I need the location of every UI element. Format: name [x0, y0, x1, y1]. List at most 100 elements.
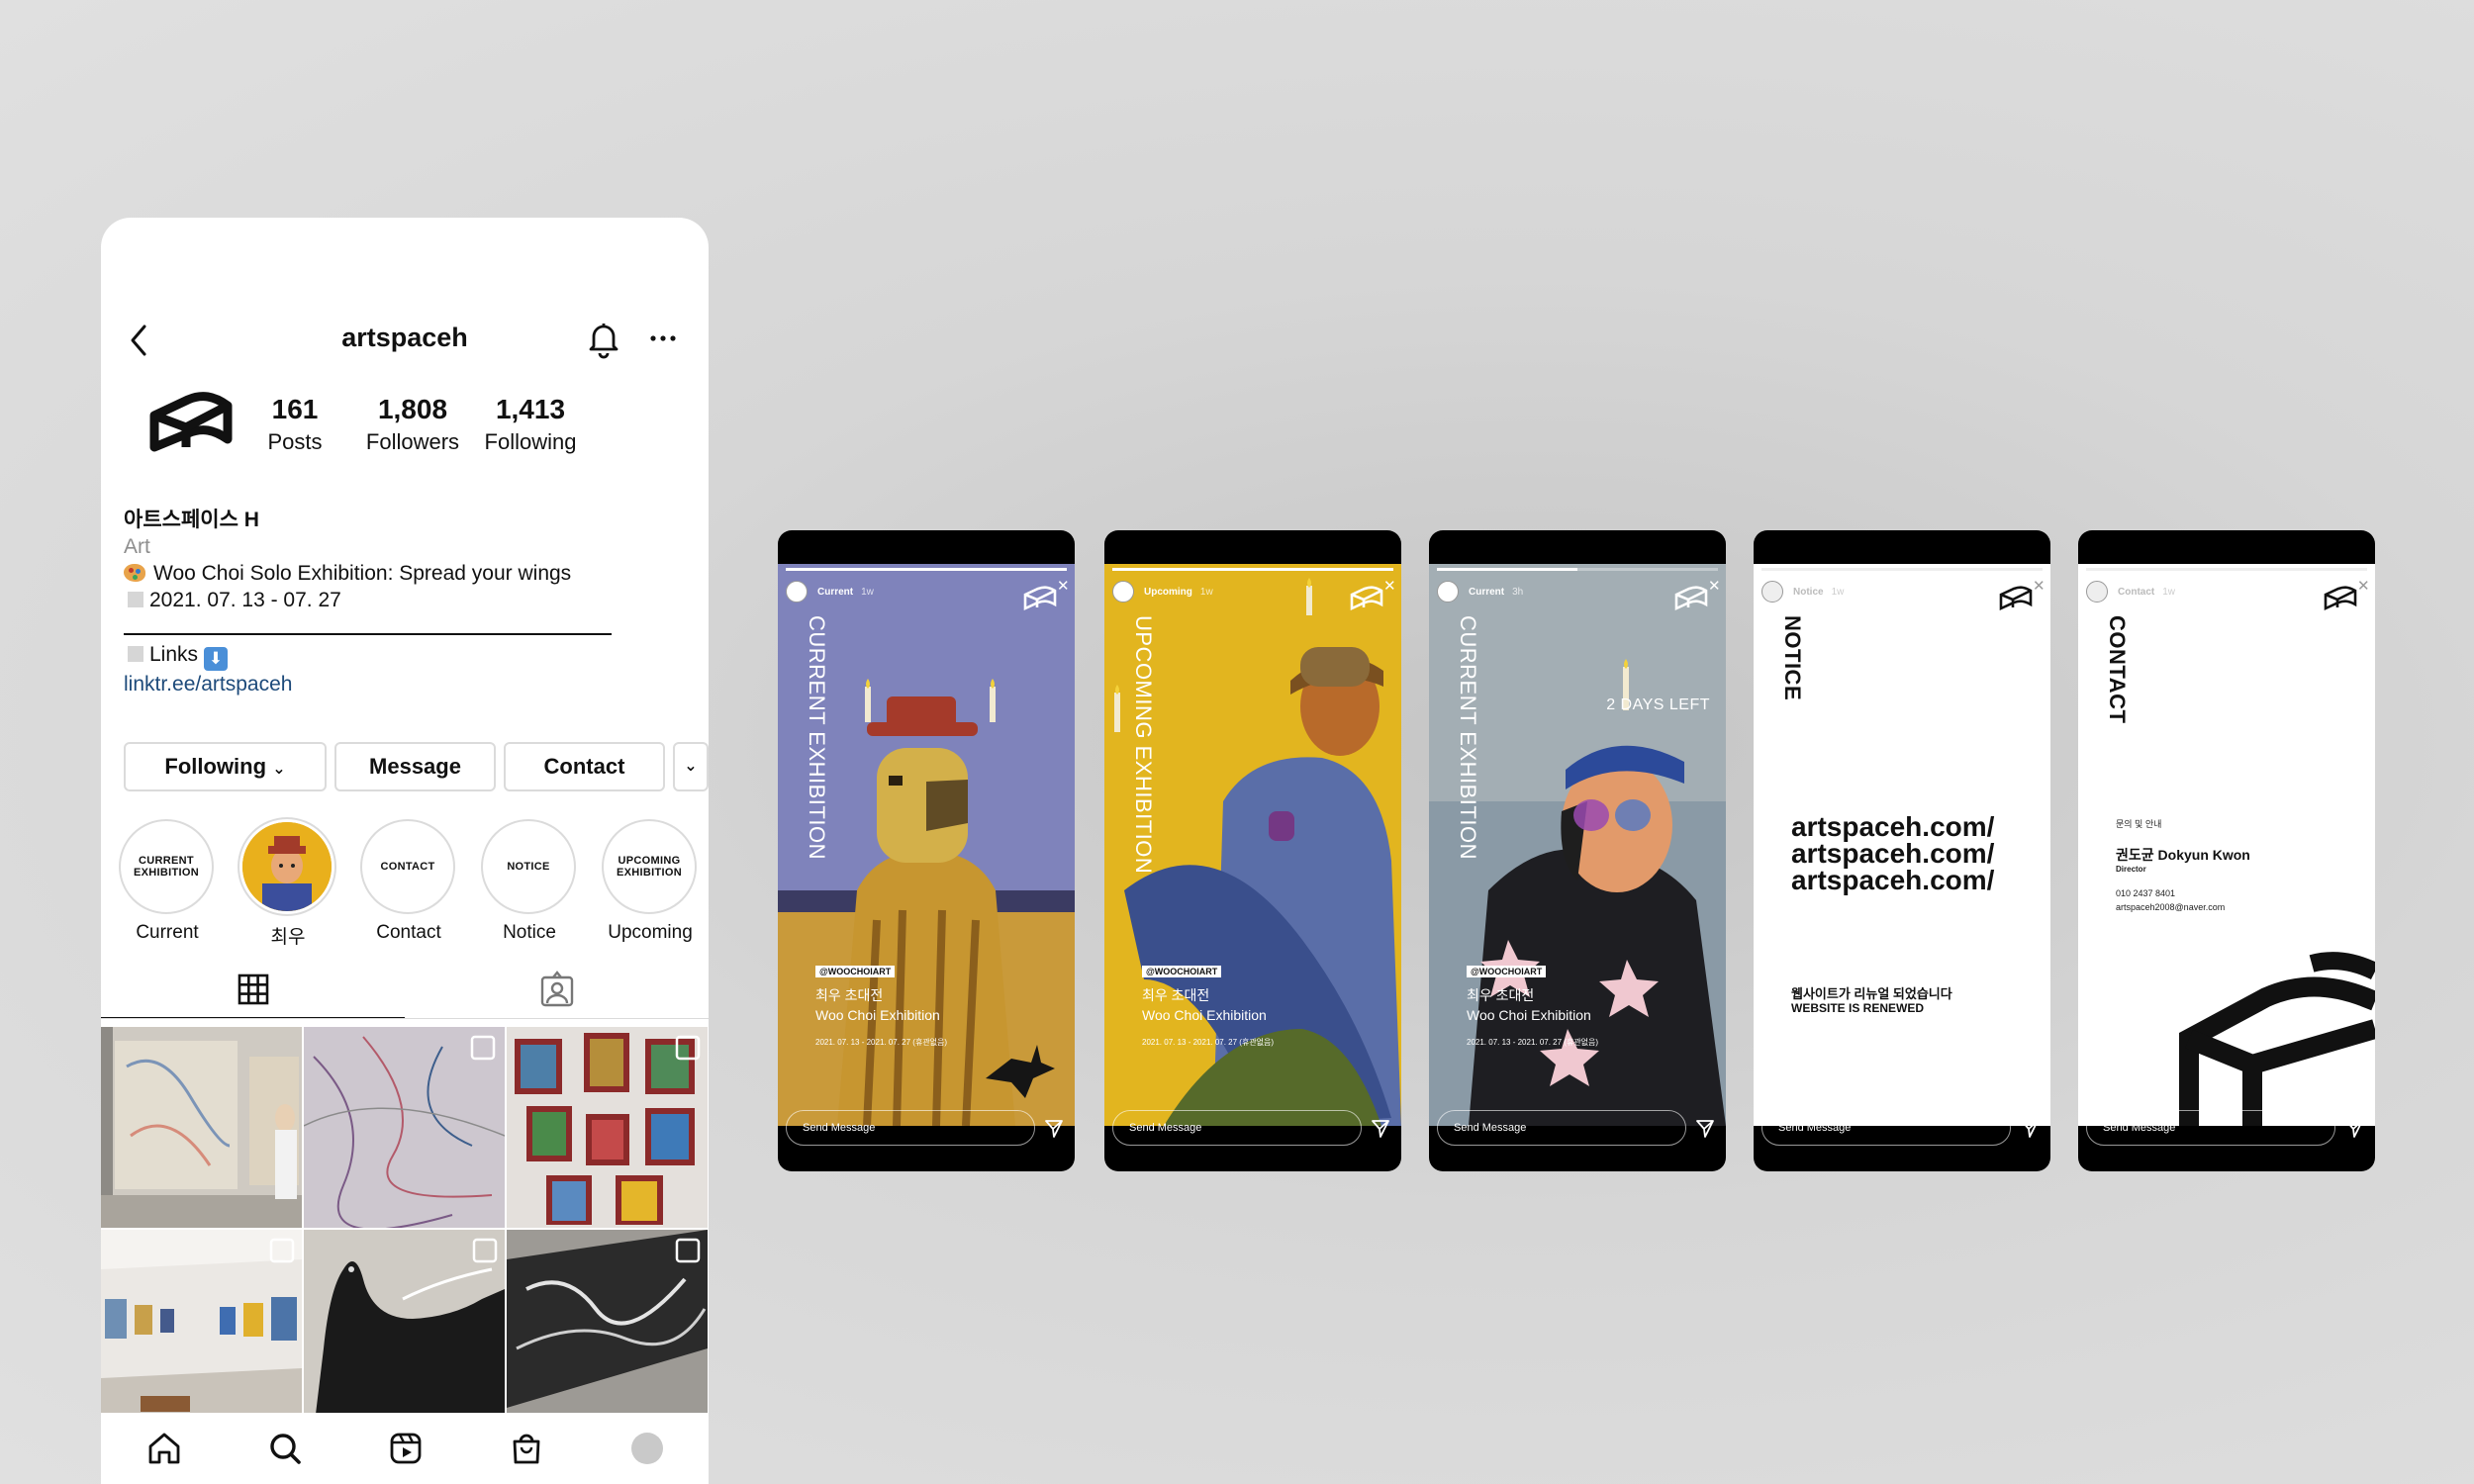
down-arrow-icon: ⬇: [204, 647, 229, 671]
grid-icon: [238, 974, 269, 1005]
highlight-choiwoo[interactable]: 최우: [239, 819, 336, 949]
stat-following[interactable]: 1,413 Following: [466, 394, 595, 455]
stat-followers[interactable]: 1,808 Followers: [348, 394, 477, 455]
contact-email[interactable]: artspaceh2008@naver.com: [2116, 902, 2225, 912]
highlight-contact[interactable]: CONTACT Contact: [360, 819, 457, 944]
story-caption: @WOOCHOIART 최우 초대전 Woo Choi Exhibition 2…: [815, 962, 947, 1048]
paper-plane-icon[interactable]: [1370, 1118, 1391, 1140]
close-icon[interactable]: ✕: [1708, 579, 1722, 594]
story-card-current-countdown[interactable]: Current 3h ✕ CURRENT EXHIBITION 2 DAYS LE…: [1429, 530, 1726, 1171]
paper-plane-icon[interactable]: [2019, 1118, 2041, 1140]
message-button[interactable]: Message: [334, 742, 496, 791]
contact-phone[interactable]: 010 2437 8401: [2116, 888, 2175, 898]
profile-phone: artspaceh 161 Posts 1,808 Followers 1,41…: [101, 218, 709, 1484]
stat-following-count: 1,413: [495, 394, 566, 424]
story-header-label: Upcoming: [1144, 586, 1192, 598]
stat-followers-count: 1,808: [377, 394, 448, 424]
close-icon[interactable]: ✕: [2357, 579, 2371, 594]
bell-icon[interactable]: [584, 317, 623, 360]
close-icon[interactable]: ✕: [1057, 579, 1071, 594]
following-button[interactable]: Following ⌄: [124, 742, 327, 791]
grid-post[interactable]: [304, 1230, 505, 1431]
story-title-ko: 최우 초대전: [815, 987, 884, 1003]
story-header: Current 3h: [1437, 580, 1523, 603]
grid-post[interactable]: [507, 1027, 708, 1228]
story-avatar: [1112, 581, 1134, 603]
grid-post[interactable]: [101, 1230, 302, 1431]
highlight-notice[interactable]: NOTICE Notice: [481, 819, 578, 944]
highlight-upcoming[interactable]: UPCOMING EXHIBITION Upcoming: [602, 819, 699, 944]
square-icon: [128, 646, 143, 662]
story-title-ko: 최우 초대전: [1467, 987, 1535, 1003]
story-caption: @WOOCHOIART 최우 초대전 Woo Choi Exhibition 2…: [1142, 962, 1274, 1048]
highlight-current-ring: CURRENT EXHIBITION: [119, 819, 214, 914]
paper-plane-icon[interactable]: [2343, 1118, 2365, 1140]
profile-avatar-logo[interactable]: [144, 382, 243, 467]
story-header-time: 1w: [1831, 586, 1845, 598]
send-message-input[interactable]: Send Message: [786, 1110, 1035, 1146]
home-icon[interactable]: [143, 1427, 186, 1470]
story-header-label: Contact: [2118, 586, 2155, 598]
post-image: [101, 1027, 302, 1228]
brand-logo-icon: [1672, 582, 1712, 615]
bio-name: 아트스페이스 H: [124, 509, 259, 531]
grid-post[interactable]: [507, 1230, 708, 1431]
contact-button[interactable]: Contact: [504, 742, 665, 791]
tab-tagged[interactable]: [405, 962, 709, 1019]
story-progress-bar: [786, 568, 1067, 571]
send-message-input[interactable]: Send Message: [2086, 1110, 2335, 1146]
story-card-upcoming[interactable]: Upcoming 1w ✕ UPCOMING EXHIBITION @WOOCHO…: [1104, 530, 1401, 1171]
palette-icon: [124, 564, 145, 582]
grid-post[interactable]: [304, 1027, 505, 1228]
more-options-icon[interactable]: [641, 317, 685, 360]
send-message-input[interactable]: Send Message: [1761, 1110, 2011, 1146]
notice-url[interactable]: artspaceh.com/: [1791, 840, 1994, 868]
send-message-input[interactable]: Send Message: [1112, 1110, 1362, 1146]
story-progress-bar: [2086, 568, 2367, 571]
paper-plane-icon[interactable]: [1694, 1118, 1716, 1140]
highlight-choiwoo-ring: [239, 819, 334, 914]
tagged-person-icon: [540, 971, 574, 1007]
story-artist-tag: @WOOCHOIART: [815, 966, 896, 977]
following-button-label: Following: [164, 754, 267, 779]
story-header-label: Current: [1469, 586, 1505, 598]
story-header-label: Current: [817, 586, 854, 598]
search-icon[interactable]: [263, 1427, 307, 1470]
bio-line-2: 2021. 07. 13 - 07. 27: [124, 587, 678, 613]
stat-followers-label: Followers: [365, 429, 460, 454]
story-card-contact[interactable]: Contact 1w ✕ CONTACT 문의 및 안내 권도균 Dokyun K…: [2078, 530, 2375, 1171]
story-date: 2021. 07. 13 - 2021. 07. 27 (휴관없음): [815, 1038, 948, 1047]
profile-avatar-icon[interactable]: [625, 1427, 669, 1470]
story-title-en: Woo Choi Exhibition: [1467, 1007, 1591, 1023]
stat-posts[interactable]: 161 Posts: [231, 394, 359, 455]
reels-icon[interactable]: [384, 1427, 428, 1470]
tabs-divider: [101, 1018, 709, 1019]
paper-plane-icon[interactable]: [1043, 1118, 1065, 1140]
chevron-down-icon: ⌄: [272, 761, 286, 778]
story-header: Contact 1w: [2086, 580, 2175, 603]
close-icon[interactable]: ✕: [2033, 579, 2046, 594]
close-icon[interactable]: ✕: [1383, 579, 1397, 594]
contact-role: Director: [2116, 865, 2146, 874]
notice-url[interactable]: artspaceh.com/: [1791, 867, 1994, 894]
story-header: Current 1w: [786, 580, 874, 603]
story-vertical-title: NOTICE: [1780, 615, 1805, 701]
suggested-chevron-button[interactable]: ⌄: [673, 742, 709, 791]
story-artist-tag: @WOOCHOIART: [1467, 966, 1547, 977]
grid-post[interactable]: [101, 1027, 302, 1228]
bio-category: Art: [124, 535, 150, 558]
story-header: Notice 1w: [1761, 580, 1844, 603]
shop-icon[interactable]: [505, 1427, 548, 1470]
post-image: [304, 1027, 505, 1228]
notice-urls: artspaceh.com/ artspaceh.com/ artspaceh.…: [1791, 813, 1994, 894]
story-card-notice[interactable]: Notice 1w ✕ NOTICE artspaceh.com/ artspac…: [1754, 530, 2050, 1171]
story-card-current[interactable]: Current 1w ✕ CURRENT EXHIBITION @WOOCHOIA…: [778, 530, 1075, 1171]
notice-url[interactable]: artspaceh.com/: [1791, 813, 1994, 841]
bio-link-url[interactable]: linktr.ee/artspaceh: [124, 671, 292, 697]
tab-grid[interactable]: [101, 962, 405, 1019]
highlight-current[interactable]: CURRENT EXHIBITION Current: [119, 819, 216, 944]
contact-name: 권도균 Dokyun Kwon: [2116, 847, 2250, 863]
bio-line-2-text: 2021. 07. 13 - 07. 27: [149, 589, 341, 611]
story-vertical-title: CURRENT EXHIBITION: [1456, 615, 1480, 860]
send-message-input[interactable]: Send Message: [1437, 1110, 1686, 1146]
